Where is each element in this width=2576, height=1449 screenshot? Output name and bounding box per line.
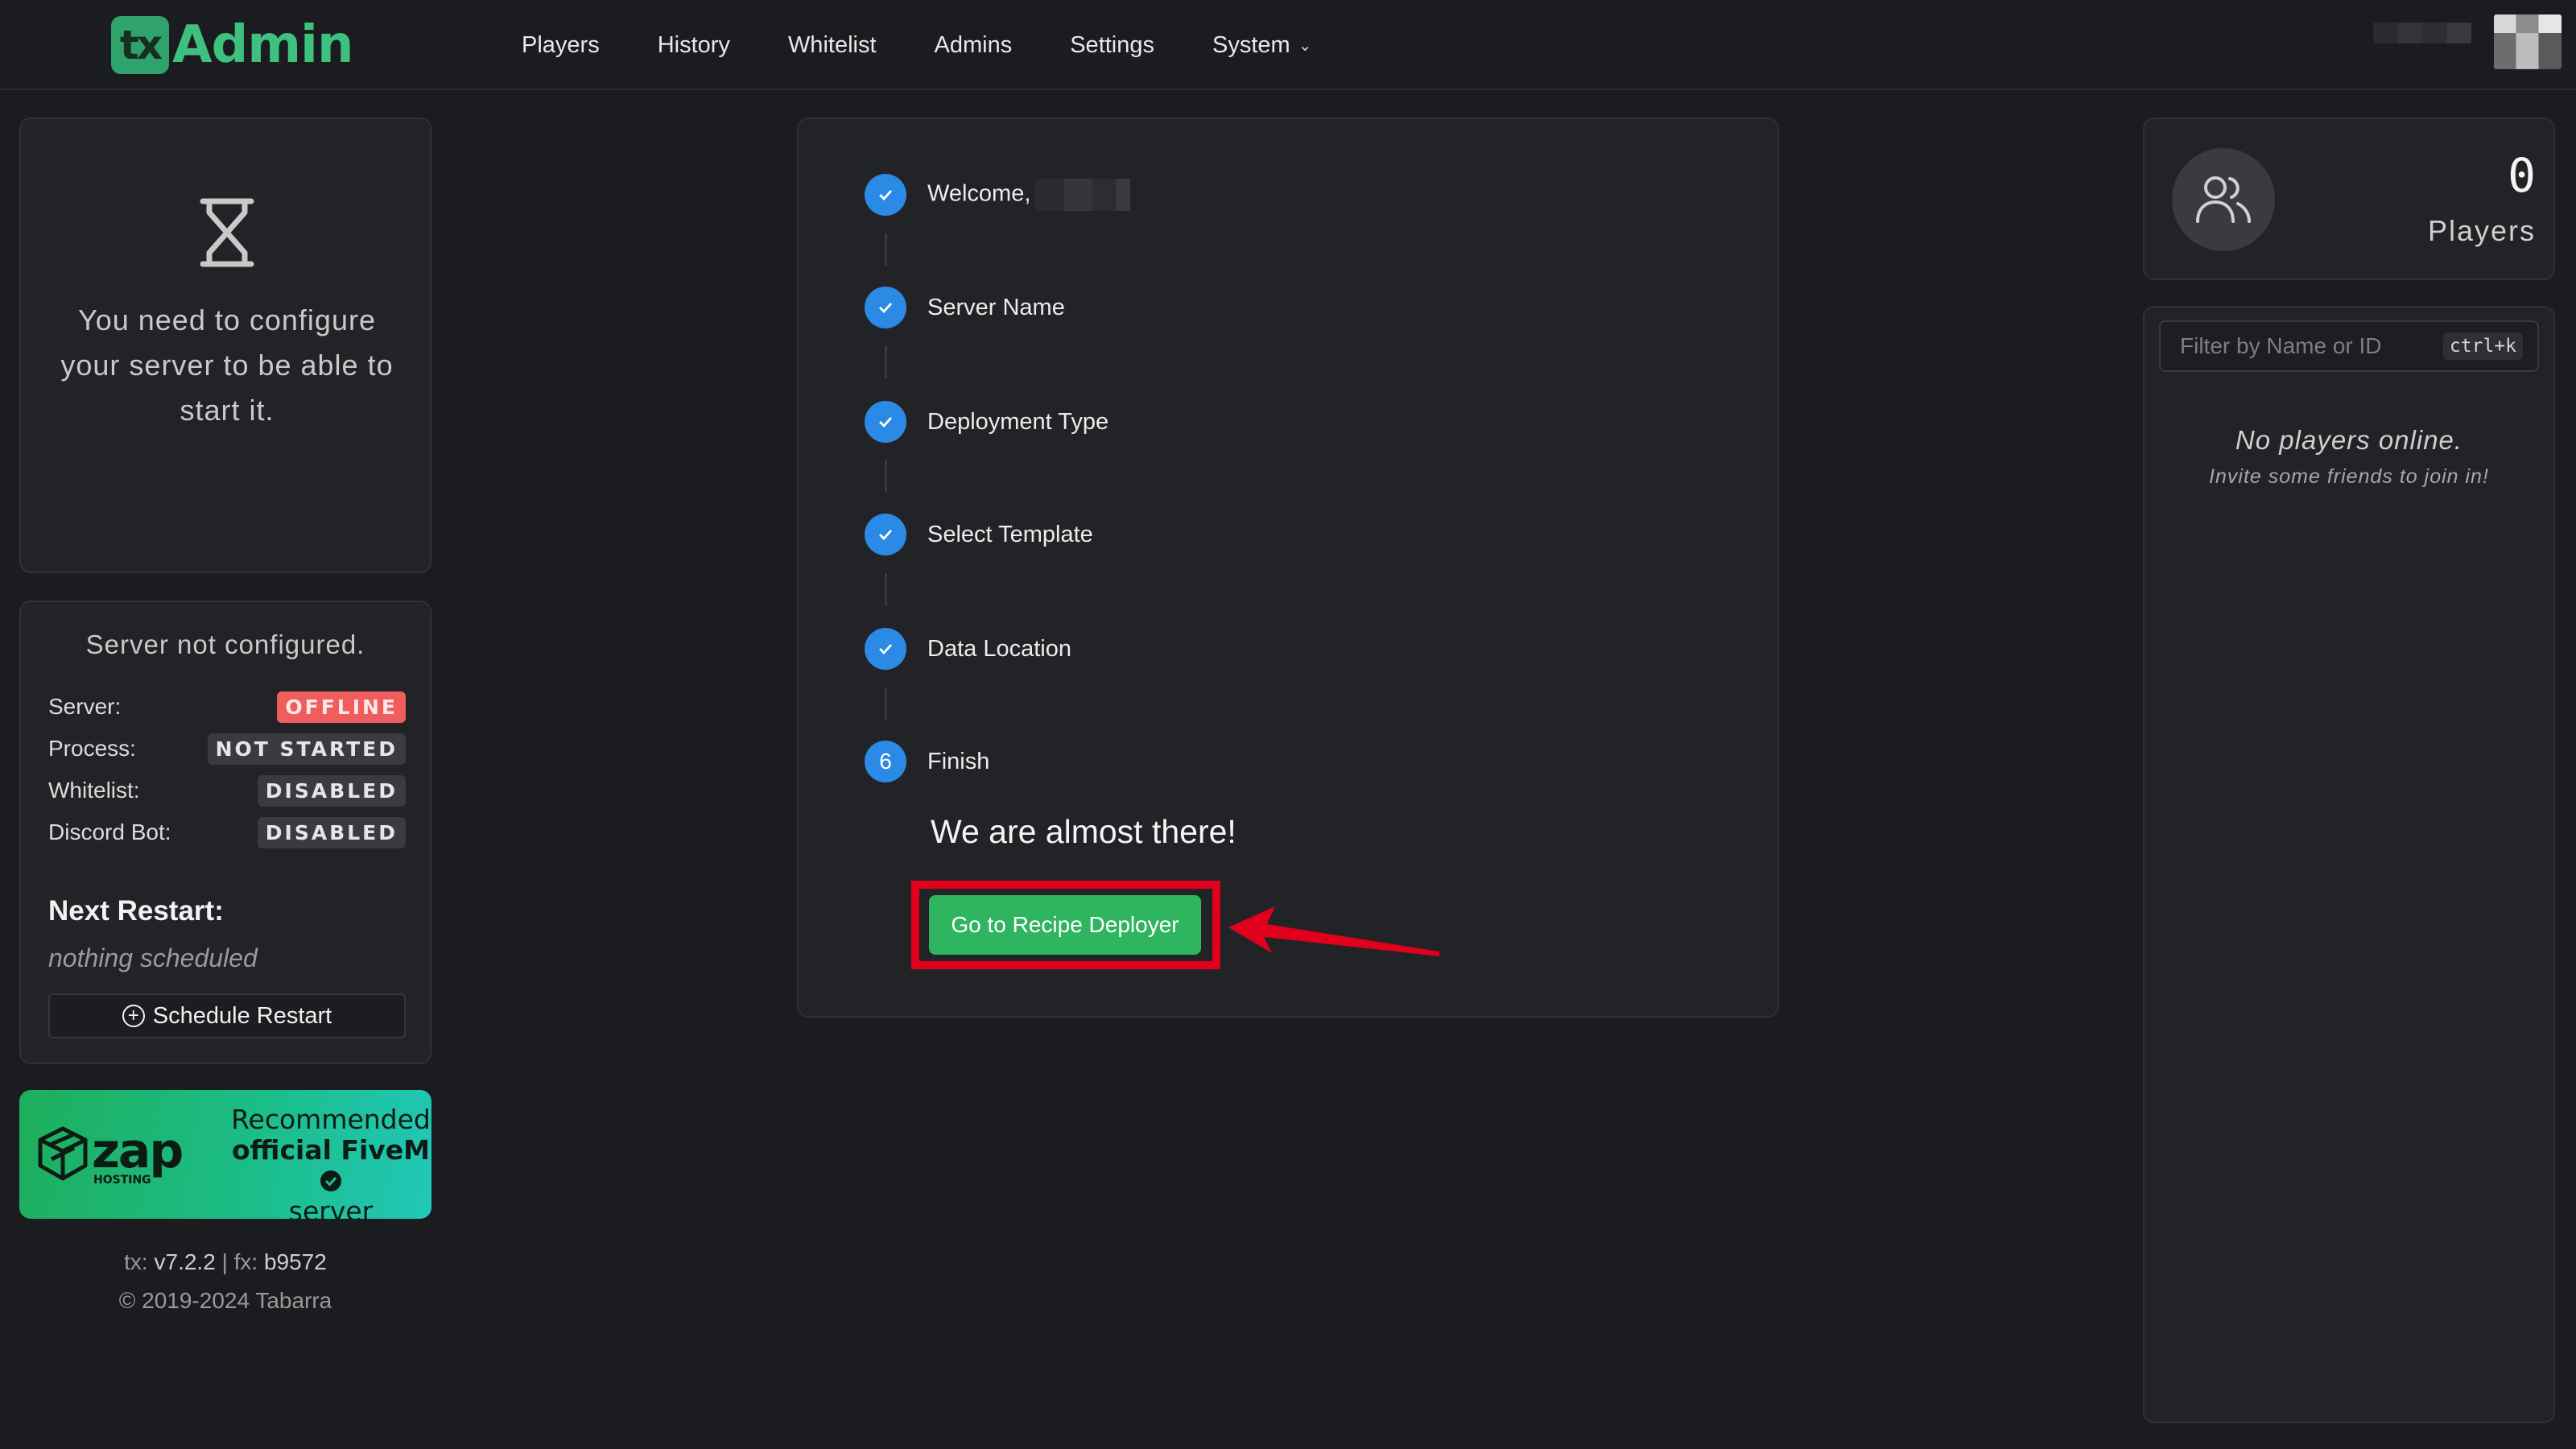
step-connector [885,460,887,493]
zap-ad-text: Recommended official FiveM server provid… [230,1104,431,1220]
version-fx-label: fx: [233,1249,258,1274]
verified-badge-icon [320,1170,341,1191]
setup-wizard-card: Welcome, Server Name Deployment Type Sel… [797,118,1779,1018]
logo-admin-text: Admin [172,15,354,75]
version-tx: v7.2.2 [154,1249,216,1274]
nav-history[interactable]: History [658,32,730,59]
step-label: Select Template [927,521,1093,547]
check-icon [865,174,906,216]
players-count: 0 [2508,148,2536,203]
step-label: Data Location [927,635,1071,662]
player-list-card: ctrl+k No players online. Invite some fr… [2143,306,2555,1423]
step-label: Finish [927,748,990,774]
step-number: 6 [865,741,906,782]
nav-whitelist[interactable]: Whitelist [788,32,877,59]
status-process-label: Process: [48,736,136,761]
step-label: Deployment Type [927,408,1109,435]
status-badge-whitelist: DISABLED [257,774,406,807]
step-connector [885,233,887,266]
svg-text:zap: zap [92,1123,182,1179]
step-welcome: Welcome, [865,174,1131,216]
status-row-process: Process: NOT STARTED [48,731,406,766]
zap-ad-line3: server provider [288,1195,374,1220]
step-select-template: Select Template [865,514,1093,555]
step-data-location: Data Location [865,628,1071,670]
step-deployment-type: Deployment Type [865,401,1108,443]
status-whitelist-label: Whitelist: [48,778,140,803]
schedule-restart-label: Schedule Restart [152,1002,332,1029]
next-restart-value: nothing scheduled [48,943,258,972]
plus-circle-icon: + [122,1005,145,1027]
server-status-card: Server not configured. Server: OFFLINE P… [19,601,431,1064]
zap-ad-line1: Recommended [231,1104,431,1135]
invite-message: Invite some friends to join in! [2209,465,2489,488]
main-nav: Players History Whitelist Admins Setting… [522,0,1369,90]
zap-hosting-logo: zap HOSTING [38,1123,184,1187]
zap-hosting-ad[interactable]: zap HOSTING Recommended official FiveM s… [19,1090,431,1219]
keyboard-shortcut-hint: ctrl+k [2442,332,2523,360]
nav-system[interactable]: System ⌄ [1212,32,1311,59]
go-to-recipe-deployer-button[interactable]: Go to Recipe Deployer [929,895,1201,955]
version-row: tx: v7.2.2 | fx: b9572 [19,1243,431,1282]
step-label: Server Name [927,294,1065,320]
schedule-restart-button[interactable]: + Schedule Restart [48,993,406,1038]
step-connector [885,573,887,605]
check-icon [865,287,906,328]
step-server-name: Server Name [865,287,1065,328]
step-finish: 6 Finish [865,741,989,782]
status-badge-server: OFFLINE [277,691,406,723]
svg-text:HOSTING: HOSTING [93,1174,151,1187]
check-icon [865,628,906,670]
server-control-card: You need to configure your server to be … [19,118,431,573]
version-info: tx: v7.2.2 | fx: b9572 © 2019-2024 Tabar… [19,1243,431,1320]
almost-there-heading: We are almost there! [931,813,1236,850]
nav-system-label: System [1212,31,1290,58]
no-players-message: No players online. [2235,425,2463,455]
status-row-discord: Discord Bot: DISABLED [48,815,406,850]
chevron-down-icon: ⌄ [1298,36,1312,55]
username-redacted[interactable] [2373,23,2471,43]
step-connector [885,346,887,378]
player-filter-input[interactable] [2180,333,2421,359]
players-label: Players [2427,214,2536,247]
avatar[interactable] [2494,14,2562,69]
nav-players[interactable]: Players [522,32,600,59]
users-icon [2172,148,2275,251]
zap-ad-line2-row: official FiveM [230,1135,431,1196]
version-separator: | [221,1249,228,1274]
version-tx-label: tx: [124,1249,148,1274]
hourglass-icon [200,198,254,267]
annotation-arrow [1228,906,1439,956]
player-filter[interactable]: ctrl+k [2159,320,2539,372]
step-label: Welcome, [927,179,1131,211]
top-navbar: tx Admin Players History Whitelist Admin… [0,0,2576,90]
nav-settings[interactable]: Settings [1070,32,1154,59]
nav-admins[interactable]: Admins [935,32,1013,59]
status-server-label: Server: [48,694,122,719]
status-discord-label: Discord Bot: [48,819,171,844]
status-row-whitelist: Whitelist: DISABLED [48,773,406,808]
txadmin-logo[interactable]: tx Admin [111,14,354,76]
configure-message: You need to configure your server to be … [60,303,394,427]
next-restart-title: Next Restart: [48,895,224,927]
status-badge-process: NOT STARTED [207,733,406,765]
copyright: © 2019-2024 Tabarra [118,1288,332,1313]
version-fx: b9572 [263,1249,327,1274]
username-redacted [1035,179,1131,211]
status-badge-discord: DISABLED [257,816,406,848]
zap-ad-line2: official FiveM [231,1134,430,1166]
players-summary-card: 0 Players [2143,118,2555,280]
status-row-server: Server: OFFLINE [48,689,406,724]
check-icon [865,401,906,443]
check-icon [865,514,906,555]
step-connector [885,687,887,720]
logo-tx-mark: tx [111,16,169,74]
server-status-title: Server not configured. [85,630,365,659]
